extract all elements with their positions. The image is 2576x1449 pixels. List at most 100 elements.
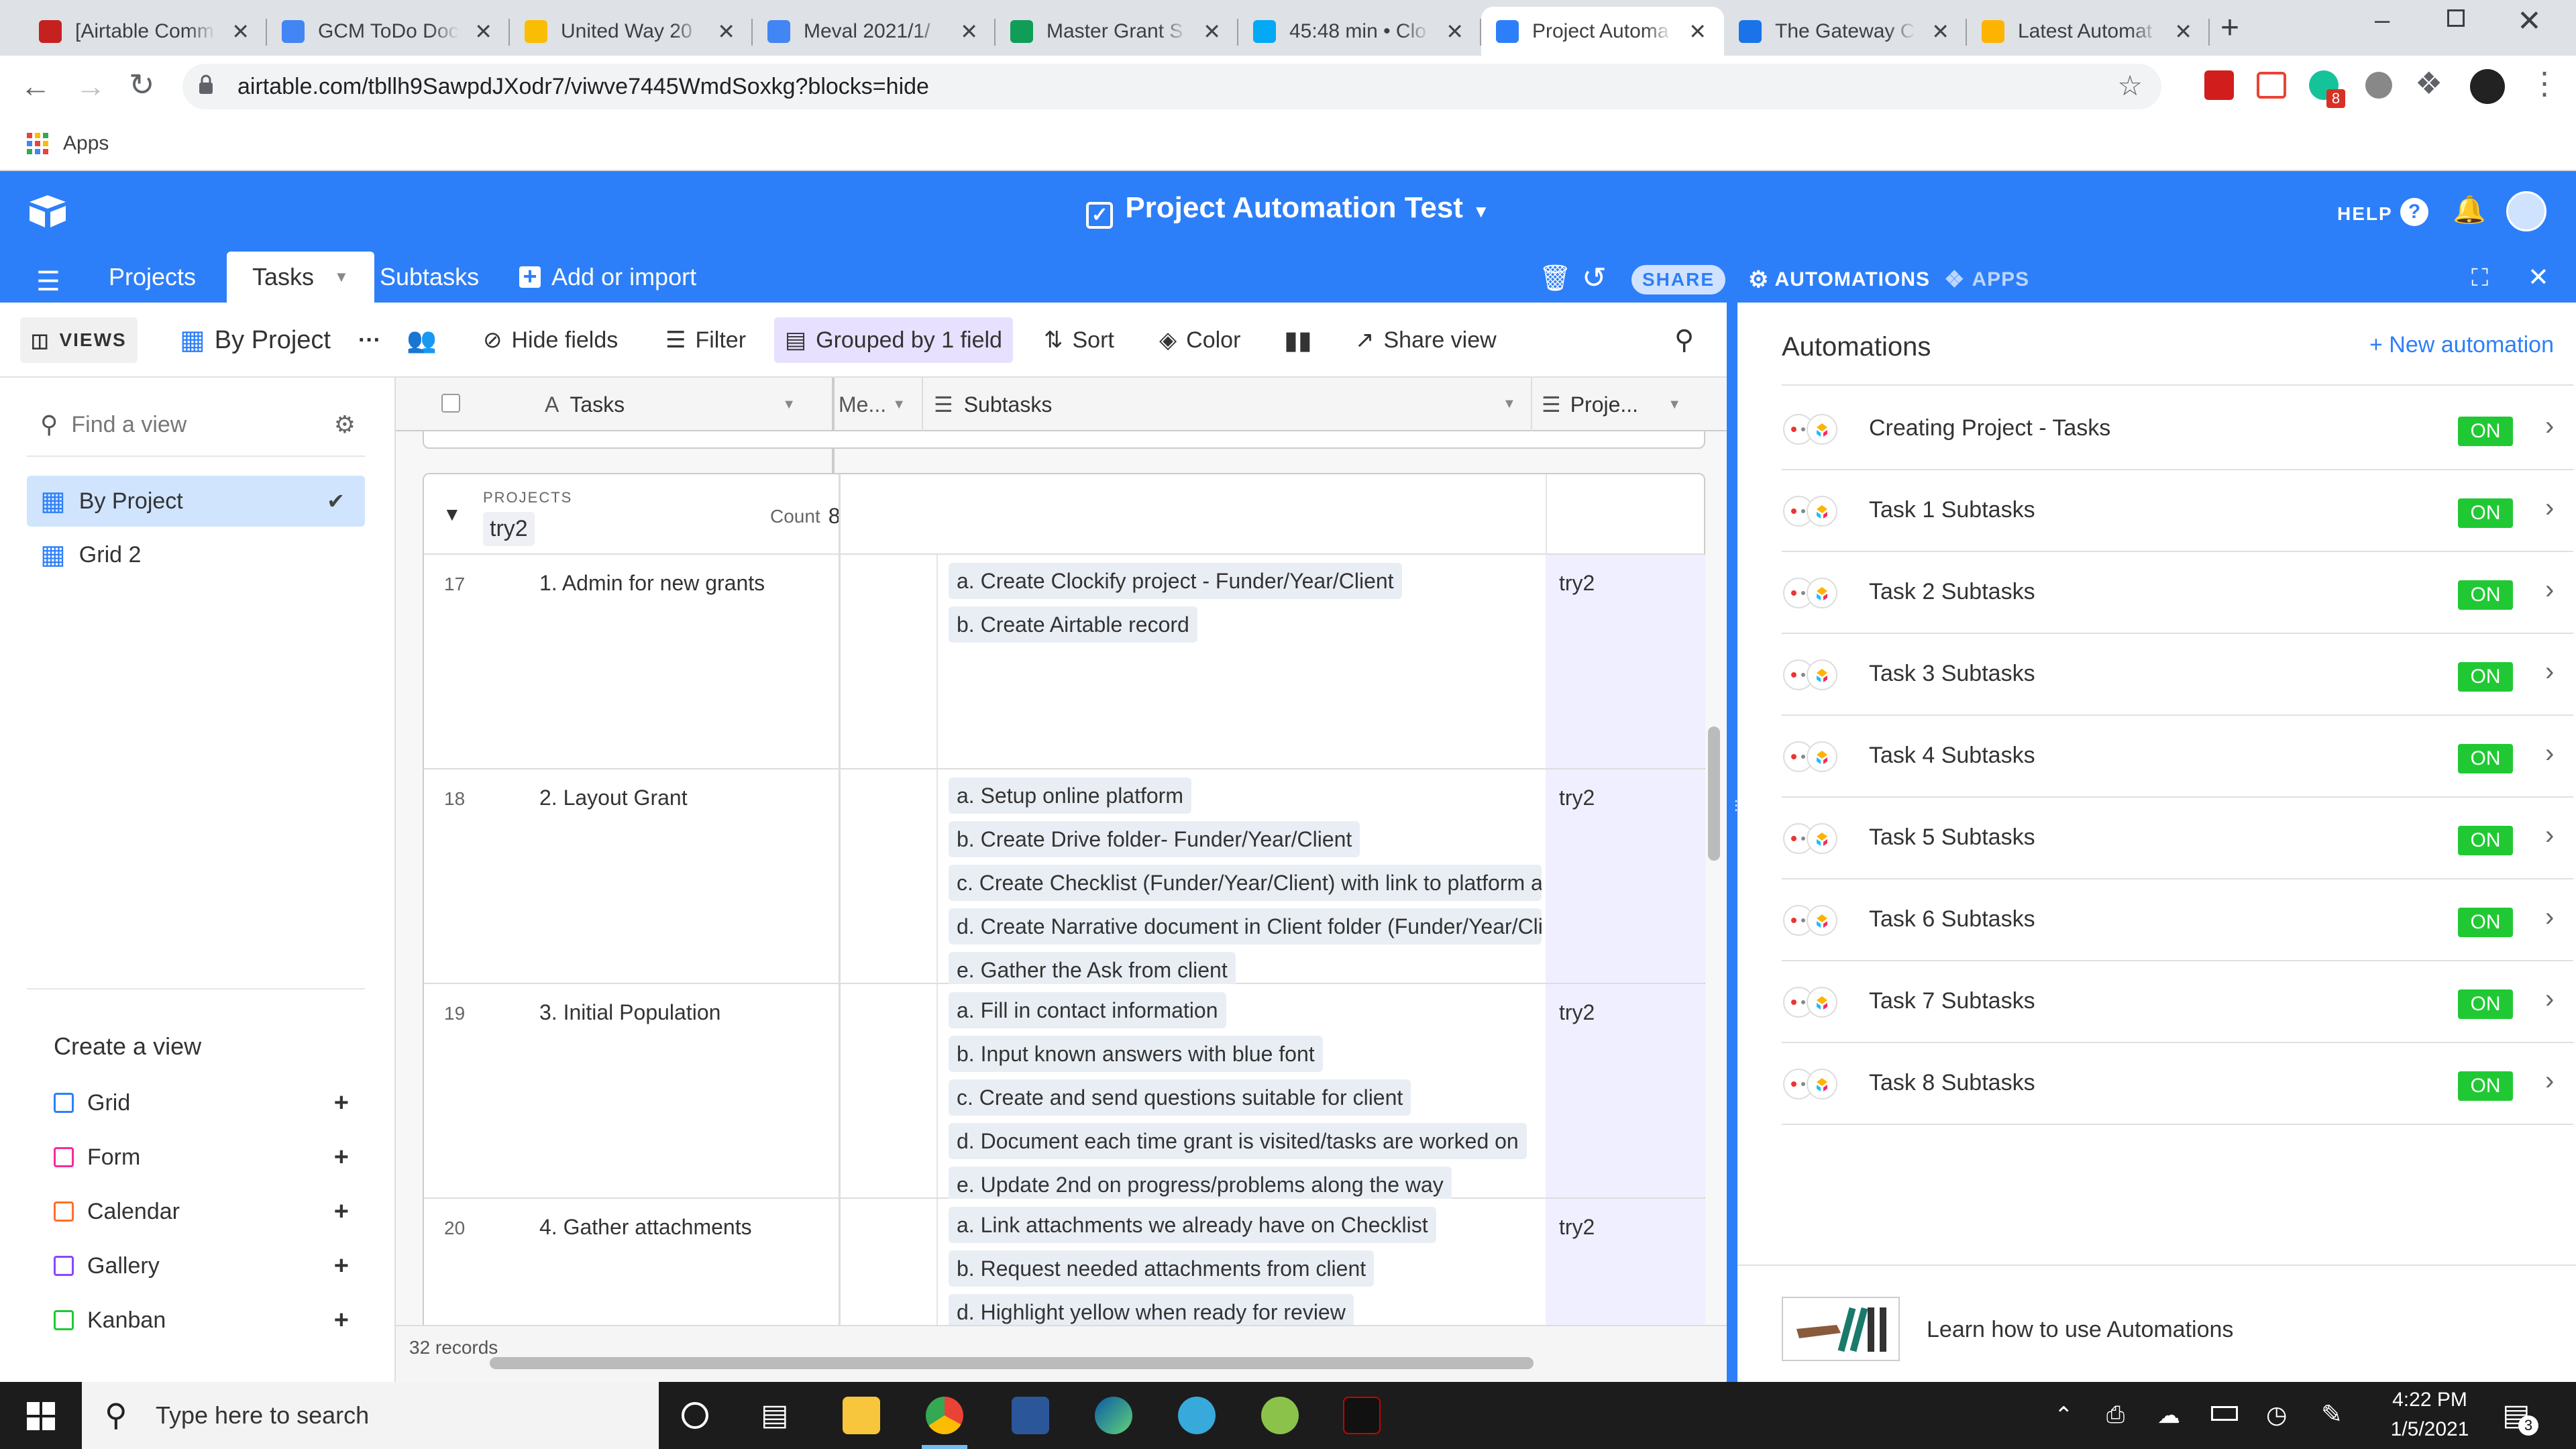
column-caret-icon[interactable]: ▼: [782, 397, 796, 413]
acrobat-icon[interactable]: [1343, 1397, 1381, 1434]
automation-item[interactable]: Task 5 Subtasks ON ›: [1782, 798, 2573, 879]
apps-bookmark[interactable]: Apps: [63, 132, 109, 155]
forward-arrow-icon[interactable]: →: [75, 68, 106, 104]
task-cell[interactable]: 1. Admin for new grants: [539, 571, 765, 596]
base-title-container[interactable]: ✓ Project Automation Test ▼: [0, 191, 2576, 229]
automation-item[interactable]: Task 1 Subtasks ON ›: [1782, 470, 2573, 552]
minimize-button[interactable]: –: [2375, 5, 2390, 36]
project-cell[interactable]: try2: [1546, 984, 1705, 1197]
restore-button[interactable]: [2447, 9, 2465, 27]
hamburger-menu-icon[interactable]: ☰: [36, 266, 60, 297]
tab-close-icon[interactable]: ✕: [231, 19, 250, 44]
new-tab-button[interactable]: +: [2220, 9, 2239, 46]
table-row[interactable]: 17 1. Admin for new grants a. Create Clock…: [423, 555, 1705, 769]
onedrive-icon[interactable]: ☁: [2157, 1402, 2180, 1429]
search-icon[interactable]: ⚲: [1664, 317, 1705, 363]
tab-close-icon[interactable]: ✕: [960, 19, 978, 44]
taskbar-search[interactable]: ⚲ Type here to search: [82, 1382, 659, 1449]
browser-tab[interactable]: Latest Automat ✕: [1967, 7, 2210, 56]
automation-item[interactable]: Task 6 Subtasks ON ›: [1782, 879, 2573, 961]
add-or-import-button[interactable]: + Add or import: [494, 252, 722, 303]
chevron-right-icon[interactable]: ›: [2545, 493, 2554, 523]
group-header[interactable]: ▼ PROJECTS try2 Count 8: [423, 473, 1705, 555]
column-caret-icon[interactable]: ▼: [1503, 396, 1516, 412]
column-caret-icon[interactable]: ▼: [892, 397, 906, 413]
battery-icon[interactable]: [2211, 1406, 2238, 1421]
create-view-kanban[interactable]: Kanban +: [54, 1297, 349, 1344]
apps-button[interactable]: ❖ APPS: [1944, 262, 2029, 297]
table-row[interactable]: 19 3. Initial Population a. Fill in contac…: [423, 984, 1705, 1203]
star-icon[interactable]: ☆: [2117, 69, 2143, 102]
history-icon[interactable]: ↺: [1582, 261, 1607, 295]
browser-tab[interactable]: [Airtable Comm ✕: [24, 7, 267, 56]
plus-icon[interactable]: +: [334, 1252, 349, 1281]
settings-gear-icon[interactable]: ⚙: [334, 411, 356, 439]
table-tab-subtasks[interactable]: Subtasks: [354, 252, 504, 303]
chevron-right-icon[interactable]: ›: [2545, 984, 2554, 1014]
automation-item[interactable]: Task 4 Subtasks ON ›: [1782, 716, 2573, 798]
hide-fields-button[interactable]: ⊘ Hide fields: [472, 317, 629, 363]
automation-on-toggle[interactable]: ON: [2458, 580, 2513, 610]
automation-on-toggle[interactable]: ON: [2458, 1071, 2513, 1101]
share-button[interactable]: SHARE: [1631, 265, 1725, 294]
address-bar[interactable]: airtable.com/tbllh9SawpdJXodr7/viwve7445…: [182, 64, 2161, 109]
extension-icon[interactable]: [2257, 72, 2286, 99]
row-height-icon[interactable]: ▮▮: [1273, 317, 1323, 363]
learn-automations-link[interactable]: Learn how to use Automations: [1782, 1297, 2553, 1361]
plus-icon[interactable]: +: [334, 1306, 349, 1335]
app-w-icon[interactable]: [1261, 1397, 1299, 1434]
tab-close-icon[interactable]: ✕: [1688, 19, 1707, 44]
help-button[interactable]: HELP: [2337, 203, 2393, 225]
chevron-right-icon[interactable]: ›: [2545, 411, 2554, 441]
task-cell[interactable]: 3. Initial Population: [539, 1000, 720, 1025]
subtask-chip[interactable]: b. Request needed attachments from clien…: [949, 1250, 1375, 1287]
automation-on-toggle[interactable]: ON: [2458, 908, 2513, 937]
project-link[interactable]: try2: [1559, 786, 1595, 810]
subtask-chip[interactable]: e. Gather the Ask from client: [949, 952, 1236, 988]
chevron-right-icon[interactable]: ›: [2545, 820, 2554, 851]
profile-avatar[interactable]: [2470, 69, 2505, 104]
create-view-form[interactable]: Form +: [54, 1134, 349, 1181]
subtask-chip[interactable]: a. Fill in contact information: [949, 992, 1226, 1028]
automation-on-toggle[interactable]: ON: [2458, 989, 2513, 1019]
automation-item[interactable]: Creating Project - Tasks ON ›: [1782, 388, 2573, 470]
table-tab-tasks[interactable]: Tasks ▼: [227, 252, 374, 303]
sidebar-view-grid-2[interactable]: ▦ Grid 2: [27, 529, 365, 580]
sort-button[interactable]: ⇅ Sort: [1033, 317, 1125, 363]
reload-icon[interactable]: ↻: [129, 66, 155, 103]
current-view-button[interactable]: ▦ By Project: [169, 317, 341, 363]
sidebar-view-by-project[interactable]: ▦ By Project ✔: [27, 476, 365, 527]
automation-item[interactable]: Task 7 Subtasks ON ›: [1782, 961, 2573, 1043]
file-explorer-icon[interactable]: [843, 1397, 880, 1434]
find-view-field[interactable]: ⚲ Find a view ⚙: [40, 405, 356, 445]
chevron-right-icon[interactable]: ›: [2545, 1066, 2554, 1096]
color-button[interactable]: ◈ Color: [1148, 317, 1251, 363]
create-view-calendar[interactable]: Calendar +: [54, 1188, 349, 1235]
apps-grid-icon[interactable]: [27, 133, 48, 154]
automation-on-toggle[interactable]: ON: [2458, 498, 2513, 528]
automation-item[interactable]: Task 2 Subtasks ON ›: [1782, 552, 2573, 634]
tray-chevron-icon[interactable]: ⌃: [2054, 1402, 2074, 1429]
browser-menu-icon[interactable]: ⋮: [2529, 65, 2560, 101]
browser-tab[interactable]: Master Grant S ✕: [996, 7, 1238, 56]
circle-extension-icon[interactable]: [2365, 72, 2392, 99]
chevron-right-icon[interactable]: ›: [2545, 575, 2554, 605]
subtask-chip[interactable]: b. Create Airtable record: [949, 606, 1197, 643]
project-link[interactable]: try2: [1559, 1215, 1595, 1240]
browser-tab[interactable]: GCM ToDo Doc ✕: [267, 7, 510, 56]
close-panel-icon[interactable]: ✕: [2528, 262, 2549, 292]
subtask-chip[interactable]: d. Document each time grant is visited/t…: [949, 1123, 1527, 1159]
tab-close-icon[interactable]: ✕: [717, 19, 735, 44]
chevron-right-icon[interactable]: ›: [2545, 657, 2554, 687]
horizontal-scrollbar[interactable]: [490, 1357, 1534, 1369]
grouped-button[interactable]: ▤ Grouped by 1 field: [774, 317, 1013, 363]
browser-tab[interactable]: 45:48 min • Clo ✕: [1238, 7, 1481, 56]
bell-icon[interactable]: 🔔: [2453, 194, 2486, 225]
automation-item[interactable]: Task 8 Subtasks ON ›: [1782, 1043, 2573, 1125]
subtask-chip[interactable]: a. Setup online platform: [949, 777, 1191, 814]
subtask-chip[interactable]: a. Link attachments we already have on C…: [949, 1207, 1436, 1243]
trash-icon[interactable]: 🗑: [1539, 264, 1571, 293]
wifi-icon[interactable]: ◷: [2266, 1401, 2287, 1429]
word-icon[interactable]: [1012, 1397, 1049, 1434]
collapse-caret-icon[interactable]: ▼: [443, 504, 462, 525]
